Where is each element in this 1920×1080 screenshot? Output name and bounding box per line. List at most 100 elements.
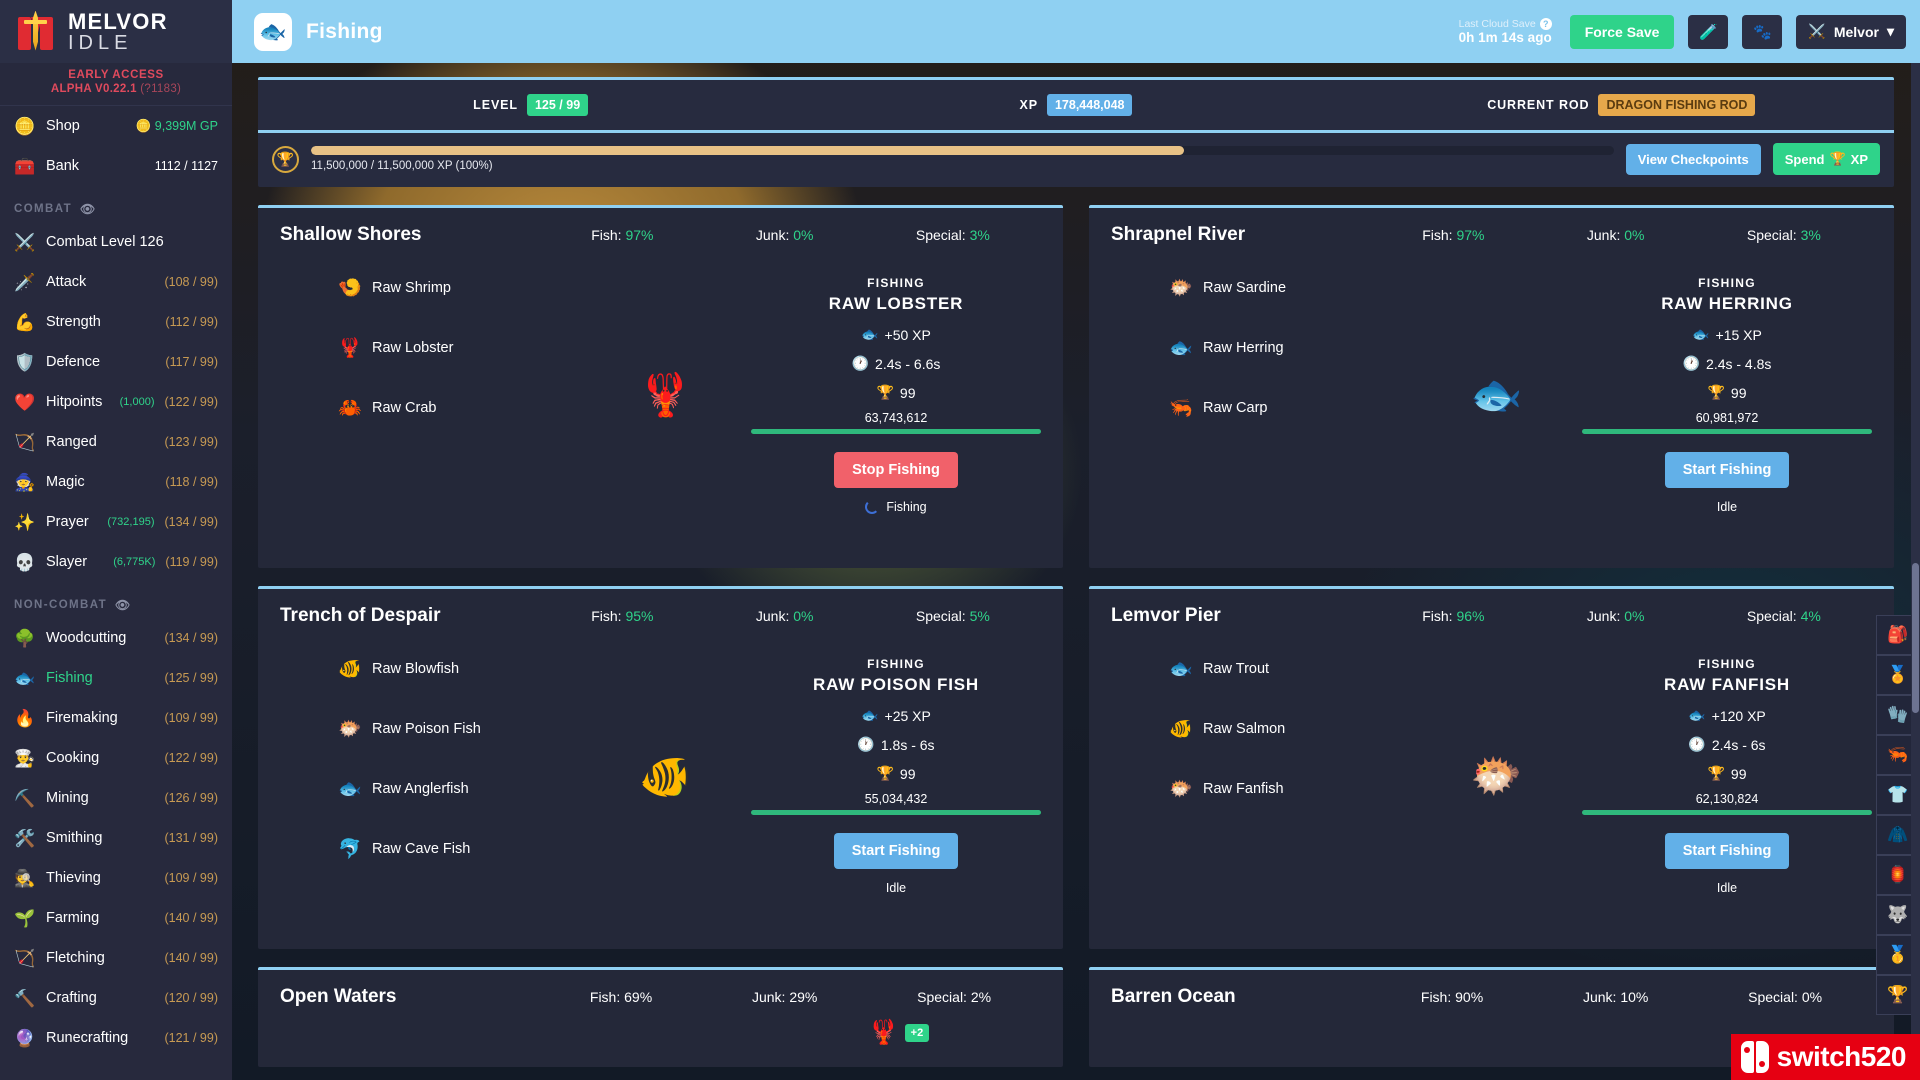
switch-logo-icon (1740, 1041, 1769, 1073)
skill-level-value: (117 / 99) (165, 355, 218, 369)
sidebar-item-farming[interactable]: 🌱 Farming (140 / 99) (0, 898, 232, 938)
junk-value: 10% (1620, 989, 1649, 1005)
fish-list-item[interactable]: 🐟 Raw Trout (1169, 657, 1411, 681)
sidebar-item-runecrafting[interactable]: 🔮 Runecrafting (121 / 99) (0, 1018, 232, 1058)
area-title: Trench of Despair (280, 605, 441, 626)
sidebar-item-thieving[interactable]: 🕵️ Thieving (109 / 99) (0, 858, 232, 898)
fish-label: Raw Herring (1203, 340, 1284, 356)
brand-line2: IDLE (68, 31, 133, 54)
fish-list-item[interactable]: 🍤 Raw Shrimp (338, 276, 580, 300)
sidebar-item-fishing[interactable]: 🐟 Fishing (125 / 99) (0, 658, 232, 698)
start-fishing-button[interactable]: Start Fishing (1664, 452, 1790, 488)
fishing-area-card: Lemvor Pier Fish: 96% Junk: 0% Special: 4% 🐟… (1089, 586, 1894, 949)
start-fishing-button[interactable]: Start Fishing (833, 833, 959, 869)
fish-list-item[interactable]: 🐟 Raw Anglerfish (338, 777, 580, 801)
area-body: 🐟 Raw Trout 🐠 Raw Salmon 🐡 Raw Fanfish 🐡 FISHIN… (1111, 657, 1872, 895)
sidebar-item-magic[interactable]: 🧙 Magic (118 / 99) (0, 462, 232, 502)
fish-list-item[interactable]: 🐡 Raw Sardine (1169, 276, 1411, 300)
xp-amount: +15 XP (1715, 326, 1762, 343)
eye-icon[interactable]: 👁 (115, 598, 132, 612)
sidebar-item-shop[interactable]: 🪙 Shop 🪙 9,399M GP (0, 106, 232, 146)
vertical-scrollbar[interactable] (1911, 63, 1920, 1080)
fish-label: Fish: (591, 608, 622, 624)
sidebar-item-crafting[interactable]: 🔨 Crafting (120 / 99) (0, 978, 232, 1018)
view-checkpoints-button[interactable]: View Checkpoints (1625, 143, 1761, 175)
start-fishing-button[interactable]: Start Fishing (1664, 833, 1790, 869)
spend-xp-button[interactable]: Spend 🏆 XP (1772, 143, 1880, 175)
raw-poison-fish-icon: 🐡 (338, 719, 362, 740)
skill-label: Strength (46, 314, 101, 330)
force-save-button[interactable]: Force Save (1569, 14, 1675, 49)
gp-amount: 9,399M GP (154, 118, 218, 133)
sidebar-item-fletching[interactable]: 🏹 Fletching (140 / 99) (0, 938, 232, 978)
special-value: 2% (970, 989, 992, 1005)
fishing-kicker: FISHING (867, 657, 925, 671)
fish-list-item[interactable]: 🐟 Raw Herring (1169, 336, 1411, 360)
fish-list-item[interactable]: 🦞 Raw Lobster (338, 336, 580, 360)
xp-amount: +25 XP (884, 707, 931, 724)
content-scroll: LEVEL 125 / 99 XP 178,448,048 CURRENT RO… (232, 63, 1920, 1080)
skill-label: Crafting (46, 990, 97, 1006)
fish-list-item[interactable]: 🐡 Raw Fanfish (1169, 777, 1411, 801)
fish-list-item[interactable]: 🐬 Raw Cave Fish (338, 837, 580, 861)
sidebar-item-woodcutting[interactable]: 🌳 Woodcutting (134 / 99) (0, 618, 232, 658)
level-row: LEVEL 125 / 99 XP 178,448,048 CURRENT RO… (258, 80, 1894, 133)
fish-label: Fish: (1422, 227, 1453, 243)
fish-label: Fish: (1422, 608, 1453, 624)
sidebar-item-cooking[interactable]: 👨‍🍳 Cooking (122 / 99) (0, 738, 232, 778)
level-cell: LEVEL 125 / 99 (258, 94, 803, 116)
selected-fish-name: RAW POISON FISH (813, 675, 979, 694)
mastery-xp-track (1582, 429, 1872, 434)
glove-icon: 🧤 (1887, 705, 1909, 724)
fish-list-item[interactable]: 🐠 Raw Blowfish (338, 657, 580, 681)
rod-value: DRAGON FISHING ROD (1598, 94, 1756, 116)
sidebar-item-attack[interactable]: 🗡️ Attack (108 / 99) (0, 262, 232, 302)
sidebar-item-strength[interactable]: 💪 Strength (112 / 99) (0, 302, 232, 342)
sidebar-item-smithing[interactable]: 🛠️ Smithing (131 / 99) (0, 818, 232, 858)
fishing-area-card: Open Waters Fish: 69% Junk: 29% Special: 2%… (258, 967, 1063, 1067)
junk-label: Junk: (1586, 227, 1621, 243)
pet-icon: 🐾 (1753, 23, 1772, 41)
mastery-fill (311, 146, 1184, 155)
sidebar-item-mining[interactable]: ⛏️ Mining (126 / 99) (0, 778, 232, 818)
help-icon[interactable]: ? (1539, 17, 1552, 30)
fish-list-item[interactable]: 🐠 Raw Salmon (1169, 717, 1411, 741)
heart-icon: ❤️ (14, 392, 36, 412)
xp-line: 🐟 +50 XP (751, 326, 1041, 343)
trophy-icon: 🏆 (1829, 151, 1846, 166)
skill-label: Magic (46, 474, 85, 490)
fish-list-item[interactable]: 🦐 Raw Carp (1169, 396, 1411, 420)
selected-fish-preview-icon: 🐡 (1470, 751, 1523, 799)
scrollbar-thumb[interactable] (1912, 563, 1919, 713)
sidebar-item-bank[interactable]: 🧰 Bank 1112 / 1127 (0, 146, 232, 186)
fish-list-item[interactable]: 🦀 Raw Crab (338, 396, 580, 420)
fish-label: Raw Trout (1203, 661, 1270, 677)
area-action-panel: FISHING RAW FANFISH 🐟 +120 XP 🕐 2.4s - 6s 🏆 99 6… (1582, 657, 1872, 895)
pet-button[interactable]: 🐾 (1742, 14, 1783, 49)
sidebar-item-slayer[interactable]: 💀 Slayer (6,775K) (119 / 99) (0, 542, 232, 582)
stop-fishing-button[interactable]: Stop Fishing (834, 452, 958, 488)
anvil-icon: 🛠️ (14, 828, 36, 848)
sidebar-item-defence[interactable]: 🛡️ Defence (117 / 99) (0, 342, 232, 382)
sidebar-item-ranged[interactable]: 🏹 Ranged (123 / 99) (0, 422, 232, 462)
user-menu-button[interactable]: ⚔️ Melvor ▾ (1796, 14, 1906, 49)
mastery-xp-fill (1582, 810, 1872, 815)
fish-label: Raw Fanfish (1203, 781, 1284, 797)
fish-xp-icon: 🐟 (861, 326, 879, 342)
fish-xp-icon: 🐟 (861, 707, 879, 723)
raw-blowfish-icon: 🐠 (338, 659, 362, 680)
special-value: 0% (1801, 989, 1823, 1005)
area-status: Idle (1582, 500, 1872, 514)
raw-fanfish-icon: 🐡 (1169, 779, 1193, 800)
area-body: 🐡 Raw Sardine 🐟 Raw Herring 🦐 Raw Carp 🐟 FISHIN… (1111, 276, 1872, 514)
sidebar-item-hitpoints[interactable]: ❤️ Hitpoints (1,000) (122 / 99) (0, 382, 232, 422)
potion-button[interactable]: 🧪 (1688, 14, 1729, 49)
fishing-kicker: FISHING (1698, 657, 1756, 671)
sidebar-item-combat-level-126[interactable]: ⚔️ Combat Level 126 (0, 222, 232, 262)
sidebar-item-prayer[interactable]: ✨ Prayer (732,195) (134 / 99) (0, 502, 232, 542)
brand-logo[interactable]: MELVOR IDLE (0, 0, 232, 63)
fish-list-item[interactable]: 🐡 Raw Poison Fish (338, 717, 580, 741)
special-value: 3% (969, 227, 990, 243)
eye-icon[interactable]: 👁 (80, 202, 97, 216)
sidebar-item-firemaking[interactable]: 🔥 Firemaking (109 / 99) (0, 698, 232, 738)
